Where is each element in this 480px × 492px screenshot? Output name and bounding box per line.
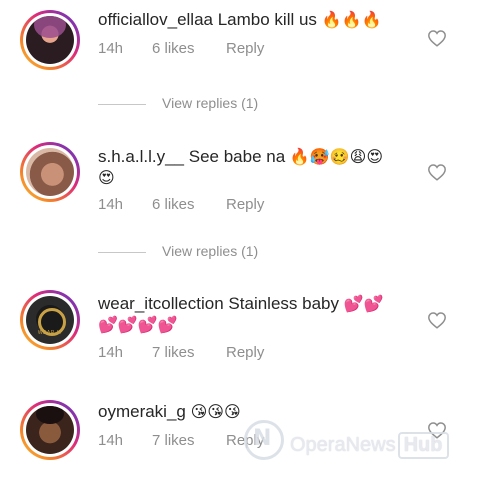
avatar[interactable]: [20, 290, 80, 350]
comment-meta: 14h 6 likes Reply: [98, 196, 264, 213]
comment-time: 14h: [98, 40, 124, 57]
comment-time: 14h: [98, 344, 124, 361]
like-heart-icon[interactable]: [424, 160, 450, 184]
profile-picture: [26, 16, 74, 64]
view-replies[interactable]: View replies (1): [98, 95, 398, 115]
comment-text-line-2: 😍: [98, 166, 115, 190]
comment-likes[interactable]: 7 likes: [152, 344, 195, 361]
divider: [98, 252, 146, 253]
view-replies-label[interactable]: View replies (1): [162, 95, 258, 111]
view-replies[interactable]: View replies (1): [98, 243, 398, 263]
comment-text: See babe na: [188, 147, 286, 166]
watermark-brand: OperaNews: [290, 434, 396, 456]
comment-emojis-continued: 😍: [98, 168, 115, 187]
comment-emojis-continued: 💕💕💕💕: [98, 315, 178, 334]
like-heart-icon[interactable]: [424, 26, 450, 50]
reply-button[interactable]: Reply: [226, 344, 264, 361]
comment-meta: 14h 6 likes Reply: [98, 40, 264, 57]
comment-text-line: s.h.a.l.l.y__ See babe na 🔥🥵🥴😩😍: [98, 145, 383, 169]
comment-time: 14h: [98, 432, 124, 449]
comment-text-line-2: 💕💕💕💕: [98, 313, 178, 337]
comment-username[interactable]: officiallov_ellaa: [98, 10, 213, 29]
like-heart-icon[interactable]: [424, 418, 450, 442]
comment-username[interactable]: wear_itcollection: [98, 294, 224, 313]
avatar[interactable]: [20, 400, 80, 460]
comment-emojis: 🔥🔥🔥: [321, 10, 382, 29]
comment-meta: 14h 7 likes Reply: [98, 432, 264, 449]
comment-text: Lambo kill us: [217, 10, 317, 29]
comment-text-line: oymeraki_g 😘😘😘: [98, 400, 241, 424]
view-replies-label[interactable]: View replies (1): [162, 243, 258, 259]
profile-picture: [26, 148, 74, 196]
comment-likes[interactable]: 7 likes: [152, 432, 195, 449]
divider: [98, 104, 146, 105]
comment-meta: 14h 7 likes Reply: [98, 344, 264, 361]
comment-emojis: 💕💕: [343, 294, 384, 313]
like-heart-icon[interactable]: [424, 308, 450, 332]
comment-text: Stainless baby: [228, 294, 339, 313]
avatar[interactable]: [20, 142, 80, 202]
comment-username[interactable]: s.h.a.l.l.y__: [98, 147, 184, 166]
comment-text-line: officiallov_ellaa Lambo kill us 🔥🔥🔥: [98, 8, 381, 32]
comment-emojis: 🔥🥵🥴😩😍: [289, 147, 384, 166]
comment-likes[interactable]: 6 likes: [152, 40, 195, 57]
comment-likes[interactable]: 6 likes: [152, 196, 195, 213]
reply-button[interactable]: Reply: [226, 196, 264, 213]
profile-picture: [26, 296, 74, 344]
profile-picture: [26, 406, 74, 454]
comment-time: 14h: [98, 196, 124, 213]
reply-button[interactable]: Reply: [226, 432, 264, 449]
reply-button[interactable]: Reply: [226, 40, 264, 57]
avatar[interactable]: [20, 10, 80, 70]
comment-emojis: 😘😘😘: [190, 402, 241, 421]
comment-username[interactable]: oymeraki_g: [98, 402, 186, 421]
